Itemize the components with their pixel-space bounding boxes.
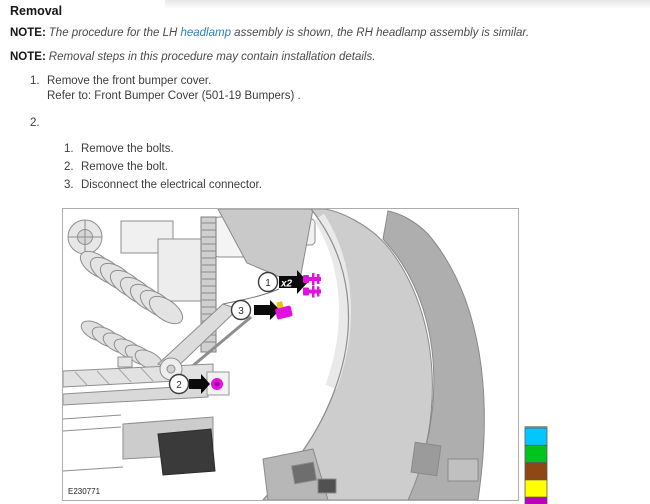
figure-diagram: x2 1 3 2 E230771 bbox=[62, 208, 518, 501]
substep-text: Disconnect the electrical connector. bbox=[81, 179, 262, 191]
note-text-pre: The procedure for the LH bbox=[48, 27, 181, 39]
note-installation: NOTE: Removal steps in this procedure may… bbox=[10, 50, 630, 64]
callout-1-number: 1 bbox=[265, 278, 271, 289]
color-legend-swatches bbox=[524, 426, 548, 504]
headlamp-link[interactable]: headlamp bbox=[180, 27, 231, 39]
step-1: 1. Remove the front bumper cover. Refer t… bbox=[30, 74, 301, 103]
legend-swatch-brown bbox=[524, 462, 548, 481]
substep-3: 3. Disconnect the electrical connector. bbox=[64, 178, 262, 196]
substep-number: 1. bbox=[64, 143, 74, 155]
substep-2: 2. Remove the bolt. bbox=[64, 160, 262, 178]
substep-1: 1. Remove the bolts. bbox=[64, 142, 262, 160]
page-title: Removal bbox=[10, 4, 63, 18]
page-top-shadow bbox=[165, 0, 650, 9]
color-legend bbox=[524, 426, 549, 504]
legend-swatch-yellow bbox=[524, 479, 548, 498]
figure-id-label: E230771 bbox=[68, 487, 101, 496]
note-label: NOTE: bbox=[10, 51, 46, 63]
note-text: Removal steps in this procedure may cont… bbox=[48, 51, 376, 63]
step-number: 1. bbox=[30, 75, 40, 87]
substep-number: 2. bbox=[64, 161, 74, 173]
substep-number: 3. bbox=[64, 179, 74, 191]
bolt-center-art bbox=[214, 381, 220, 387]
substep-list: 1. Remove the bolts. 2. Remove the bolt. 3… bbox=[64, 142, 262, 196]
callout-3-number: 3 bbox=[238, 306, 244, 317]
arrow-x2-label: x2 bbox=[280, 279, 293, 290]
note-headlamp: NOTE: The procedure for the LH headlamp a… bbox=[10, 26, 630, 40]
legend-swatch-magenta bbox=[524, 496, 548, 504]
callout-2-number: 2 bbox=[176, 380, 182, 391]
legend-swatch-cyan bbox=[524, 427, 548, 446]
step-2: 2. bbox=[30, 116, 47, 131]
note-text-post: assembly is shown, the RH headlamp assem… bbox=[230, 27, 530, 39]
step-text: Remove the front bumper cover. bbox=[47, 75, 212, 87]
legend-swatch-green bbox=[524, 444, 548, 463]
substep-text: Remove the bolt. bbox=[81, 161, 168, 173]
note-label: NOTE: bbox=[10, 27, 46, 39]
step-number: 2. bbox=[30, 117, 40, 129]
refer-link: Refer to: Front Bumper Cover (501-19 Bum… bbox=[47, 89, 301, 102]
substep-text: Remove the bolts. bbox=[81, 143, 174, 155]
figure-e230771: x2 1 3 2 E230771 bbox=[62, 208, 519, 501]
